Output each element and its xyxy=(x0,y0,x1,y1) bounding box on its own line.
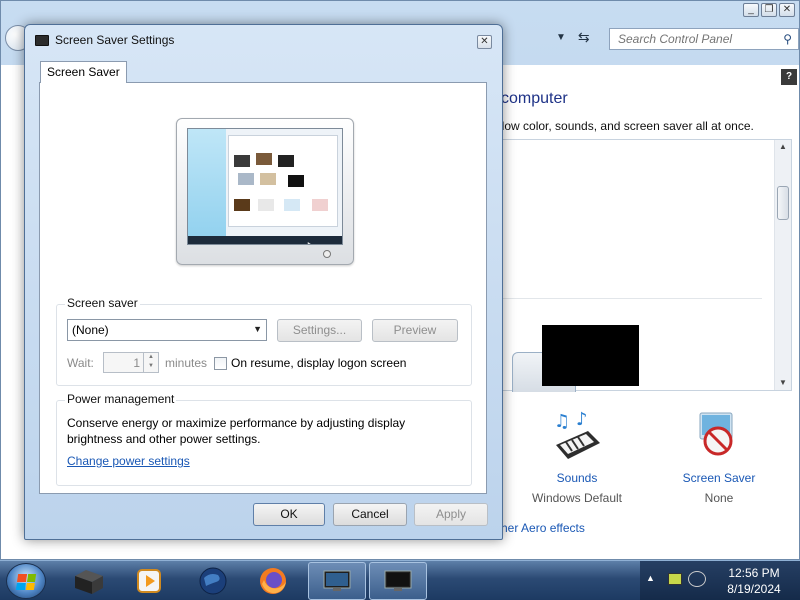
clock[interactable]: 12:56 PM 8/19/2024 xyxy=(718,565,790,597)
scroll-down-icon[interactable]: ▼ xyxy=(775,376,791,390)
wait-minutes-stepper[interactable]: 1 ▲ ▼ xyxy=(103,352,159,373)
logon-screen-label[interactable]: On resume, display logon screen xyxy=(231,356,406,370)
sounds-value: Windows Default xyxy=(531,491,623,505)
stepper-down-icon[interactable]: ▼ xyxy=(144,362,158,371)
clock-time: 12:56 PM xyxy=(728,566,780,580)
logon-screen-checkbox[interactable] xyxy=(214,357,227,370)
network-icon[interactable] xyxy=(688,571,706,587)
tab-panel: Screen saver (None) ▼ Settings... Previe… xyxy=(39,82,487,494)
sounds-item[interactable]: ♫ ♪ Sounds Windows Default xyxy=(517,409,637,505)
scroll-up-icon[interactable]: ▲ xyxy=(775,140,791,154)
close-button[interactable]: ✕ xyxy=(779,3,795,17)
stepper-up-icon[interactable]: ▲ xyxy=(144,353,158,362)
screen-saver-settings-dialog: Screen Saver Settings ✕ Screen Saver Scr… xyxy=(24,24,503,540)
dialog-title: Screen Saver Settings xyxy=(55,33,175,47)
globe-icon[interactable] xyxy=(184,562,242,600)
cancel-button[interactable]: Cancel xyxy=(333,503,407,526)
search-icon[interactable]: ⚲ xyxy=(783,32,792,46)
aero-effects-link[interactable]: her Aero effects xyxy=(501,521,585,535)
power-management-description: Conserve energy or maximize performance … xyxy=(67,416,406,446)
screen-saver-group: Screen saver (None) ▼ Settings... Previe… xyxy=(56,296,472,386)
media-player-icon[interactable] xyxy=(120,562,178,600)
screen-saver-dropdown-value: (None) xyxy=(72,323,109,337)
theme-list-scrollbar[interactable]: ▲ ▼ xyxy=(774,140,791,390)
power-management-group: Power management Conserve energy or maxi… xyxy=(56,392,472,486)
refresh-icon[interactable]: ⇆ xyxy=(578,29,590,46)
sounds-icon: ♫ ♪ xyxy=(550,409,604,465)
sounds-label[interactable]: Sounds xyxy=(517,471,637,485)
screen-saver-label[interactable]: Screen Saver xyxy=(659,471,779,485)
system-tray: ▲ 12:56 PM 8/19/2024 xyxy=(640,561,800,600)
monitor-icon xyxy=(35,34,49,46)
dialog-titlebar: Screen Saver Settings xyxy=(35,33,174,47)
preview-button[interactable]: Preview xyxy=(372,319,458,342)
action-center-icon[interactable] xyxy=(668,573,682,585)
scrollbar-thumb[interactable] xyxy=(777,186,789,220)
minutes-label: minutes xyxy=(165,356,208,370)
svg-text:♪: ♪ xyxy=(576,409,588,430)
minimize-button[interactable]: _ xyxy=(743,3,759,17)
theme-thumbnail-black[interactable] xyxy=(542,325,639,386)
wait-label: Wait: xyxy=(67,356,94,370)
windows-logo-icon xyxy=(15,574,37,590)
ok-button[interactable]: OK xyxy=(253,503,325,526)
svg-text:♫: ♫ xyxy=(554,411,570,432)
wait-minutes-value: 1 xyxy=(133,356,140,370)
chevron-down-icon[interactable]: ▼ xyxy=(253,324,262,334)
search-box[interactable]: ⚲ xyxy=(609,28,799,50)
screen-saver-dropdown[interactable]: (None) ▼ xyxy=(67,319,267,341)
screen-saver-value: None xyxy=(704,491,734,505)
change-power-settings-link[interactable]: Change power settings xyxy=(67,454,190,468)
screen-saver-window-icon[interactable] xyxy=(308,562,366,600)
help-icon[interactable]: ? xyxy=(781,69,797,85)
address-controls: ▼ ⇆ xyxy=(556,29,590,46)
screen-saver-icon xyxy=(692,409,746,465)
window-controls: _ ❐ ✕ xyxy=(743,3,795,17)
screen-saver-preview-monitor xyxy=(176,118,354,265)
screen-saver-item[interactable]: Screen Saver None xyxy=(659,409,779,505)
firefox-icon[interactable] xyxy=(244,562,302,600)
page-description: ndow color, sounds, and screen saver all… xyxy=(491,119,754,133)
tab-screen-saver[interactable]: Screen Saver xyxy=(40,61,127,83)
search-input[interactable] xyxy=(618,32,778,46)
screen-saver-group-legend: Screen saver xyxy=(65,296,140,310)
power-management-legend: Power management xyxy=(65,392,177,406)
start-button[interactable] xyxy=(6,563,46,599)
theme-list[interactable]: ▲ ▼ xyxy=(501,139,792,392)
stepper-arrows[interactable]: ▲ ▼ xyxy=(143,353,158,372)
clock-date: 8/19/2024 xyxy=(727,582,781,596)
divider xyxy=(502,298,762,299)
taskbar: ▲ 12:56 PM 8/19/2024 xyxy=(0,560,800,600)
dialog-close-button[interactable]: ✕ xyxy=(477,35,492,49)
settings-button[interactable]: Settings... xyxy=(277,319,362,342)
maximize-button[interactable]: ❐ xyxy=(761,3,777,17)
chevron-down-icon[interactable]: ▼ xyxy=(556,32,566,43)
monitor-power-button xyxy=(323,250,331,258)
control-panel-window-icon[interactable] xyxy=(369,562,427,600)
preview-screen xyxy=(187,128,343,245)
apply-button[interactable]: Apply xyxy=(414,503,488,526)
show-hidden-icons-icon[interactable]: ▲ xyxy=(646,573,655,583)
page-title: computer xyxy=(501,90,568,107)
media-center-icon[interactable] xyxy=(60,562,118,600)
